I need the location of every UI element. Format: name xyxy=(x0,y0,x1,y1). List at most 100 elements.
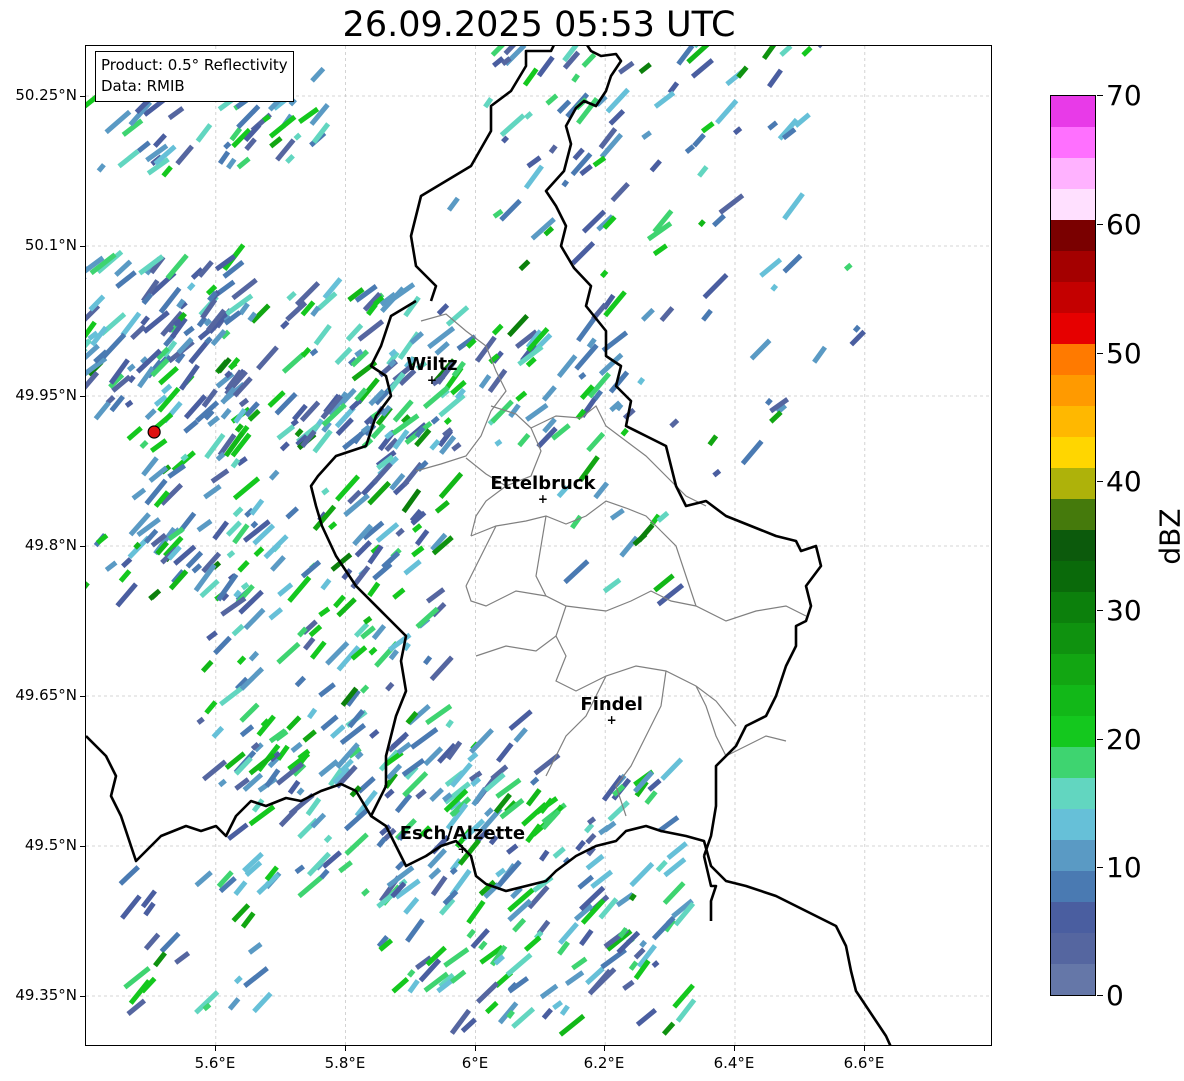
echo-cell xyxy=(770,283,779,292)
lat-tick-label: 49.35°N xyxy=(15,986,77,1004)
colorbar-segment xyxy=(1051,96,1095,127)
echo-cell xyxy=(451,442,462,452)
echo-cell xyxy=(279,441,290,452)
echo-cell xyxy=(93,401,111,421)
colorbar-tick xyxy=(1097,739,1103,740)
echo-cell xyxy=(344,832,369,856)
echo-cell xyxy=(286,715,302,731)
echo-cell xyxy=(701,308,713,322)
lon-tick-mark xyxy=(734,1046,735,1051)
lat-tick-mark xyxy=(80,996,85,997)
echo-cell xyxy=(178,363,200,391)
echo-cell xyxy=(548,144,558,154)
echo-cell xyxy=(564,970,585,986)
echo-cell xyxy=(607,800,630,822)
echo-cell xyxy=(403,559,422,576)
echo-cell xyxy=(478,374,492,389)
echo-cell xyxy=(640,307,655,322)
echo-cell xyxy=(321,487,330,496)
echo-cell xyxy=(296,787,305,796)
echo-cell xyxy=(226,550,236,559)
colorbar-segment xyxy=(1051,964,1095,995)
lat-tick-label: 50.1°N xyxy=(24,236,77,254)
lon-tick-label: 6.6°E xyxy=(843,1054,885,1072)
echo-cell xyxy=(263,534,289,560)
echo-cell xyxy=(392,587,406,600)
echo-cell xyxy=(361,888,370,897)
city-marker-icon: + xyxy=(457,842,467,856)
echo-cell xyxy=(126,363,136,372)
echo-cell xyxy=(216,357,232,374)
colorbar-segment xyxy=(1051,716,1095,747)
echo-cell xyxy=(329,724,346,739)
echo-cell xyxy=(191,563,203,574)
radar-map[interactable]: + Wiltz + Ettelbruck + Findel + Esch/Alzette xyxy=(85,45,992,1046)
echo-cell xyxy=(411,545,425,558)
echo-cell xyxy=(211,725,225,739)
echo-cell xyxy=(218,778,227,788)
lon-tick-label: 5.6°E xyxy=(194,1054,236,1072)
echo-cell xyxy=(118,569,132,583)
echo-cell xyxy=(659,306,675,322)
echo-cell xyxy=(561,179,570,188)
echo-cell xyxy=(653,573,675,593)
colorbar-tick xyxy=(1097,224,1103,225)
echo-cell xyxy=(499,113,526,137)
echo-cell xyxy=(212,520,229,541)
echo-cell xyxy=(349,398,363,411)
echo-cell xyxy=(438,471,464,500)
echo-cell xyxy=(647,778,662,792)
echo-cell xyxy=(524,111,533,120)
echo-cell xyxy=(494,438,503,447)
echo-cell xyxy=(407,969,416,978)
lon-tick-mark xyxy=(345,1046,346,1051)
echo-cell xyxy=(294,675,307,688)
echo-cell xyxy=(217,150,231,165)
echo-cell xyxy=(252,991,273,1014)
echo-cell xyxy=(505,952,533,977)
echo-cell xyxy=(248,650,260,662)
colorbar-tick-label: 10 xyxy=(1106,851,1142,884)
echo-cell xyxy=(764,397,773,406)
echo-cell xyxy=(233,880,248,896)
colorbar-segment xyxy=(1051,809,1095,840)
echo-cell xyxy=(86,371,100,397)
echo-cell xyxy=(276,424,296,441)
echo-cell xyxy=(513,727,528,743)
colorbar-segment xyxy=(1051,871,1095,902)
echo-cell xyxy=(427,325,456,350)
echo-cell xyxy=(403,896,420,915)
colorbar-tick-label: 60 xyxy=(1106,208,1142,241)
echo-cell xyxy=(649,159,662,173)
echo-cell xyxy=(769,410,783,424)
echo-cell xyxy=(511,1006,536,1029)
echo-cell xyxy=(243,966,269,988)
lat-tick-label: 49.5°N xyxy=(24,836,77,854)
echo-cell xyxy=(639,939,648,948)
map-title: 26.09.2025 05:53 UTC xyxy=(342,5,736,45)
echo-cell xyxy=(309,348,319,357)
echo-cell xyxy=(287,575,312,603)
echo-cell xyxy=(661,1021,676,1036)
echo-cell xyxy=(328,521,338,531)
echo-cell xyxy=(167,106,185,121)
echo-cell xyxy=(149,438,168,453)
echo-cell xyxy=(323,834,333,844)
echo-cell xyxy=(367,581,381,598)
echo-cell xyxy=(541,385,557,402)
echo-cell xyxy=(357,319,385,342)
echo-cell xyxy=(243,607,266,631)
echo-cell xyxy=(86,274,87,290)
echo-cell xyxy=(385,681,395,692)
echo-cell xyxy=(644,790,658,805)
echo-cell xyxy=(368,646,378,656)
echo-cell xyxy=(732,126,743,136)
echo-cell xyxy=(558,921,579,945)
echo-cell xyxy=(423,746,444,767)
echo-cell xyxy=(422,385,450,410)
colorbar-segment xyxy=(1051,375,1095,406)
echo-cell xyxy=(422,655,433,666)
echo-cell xyxy=(202,759,228,782)
colorbar-tick-label: 50 xyxy=(1106,337,1142,370)
echo-cell xyxy=(136,140,151,154)
